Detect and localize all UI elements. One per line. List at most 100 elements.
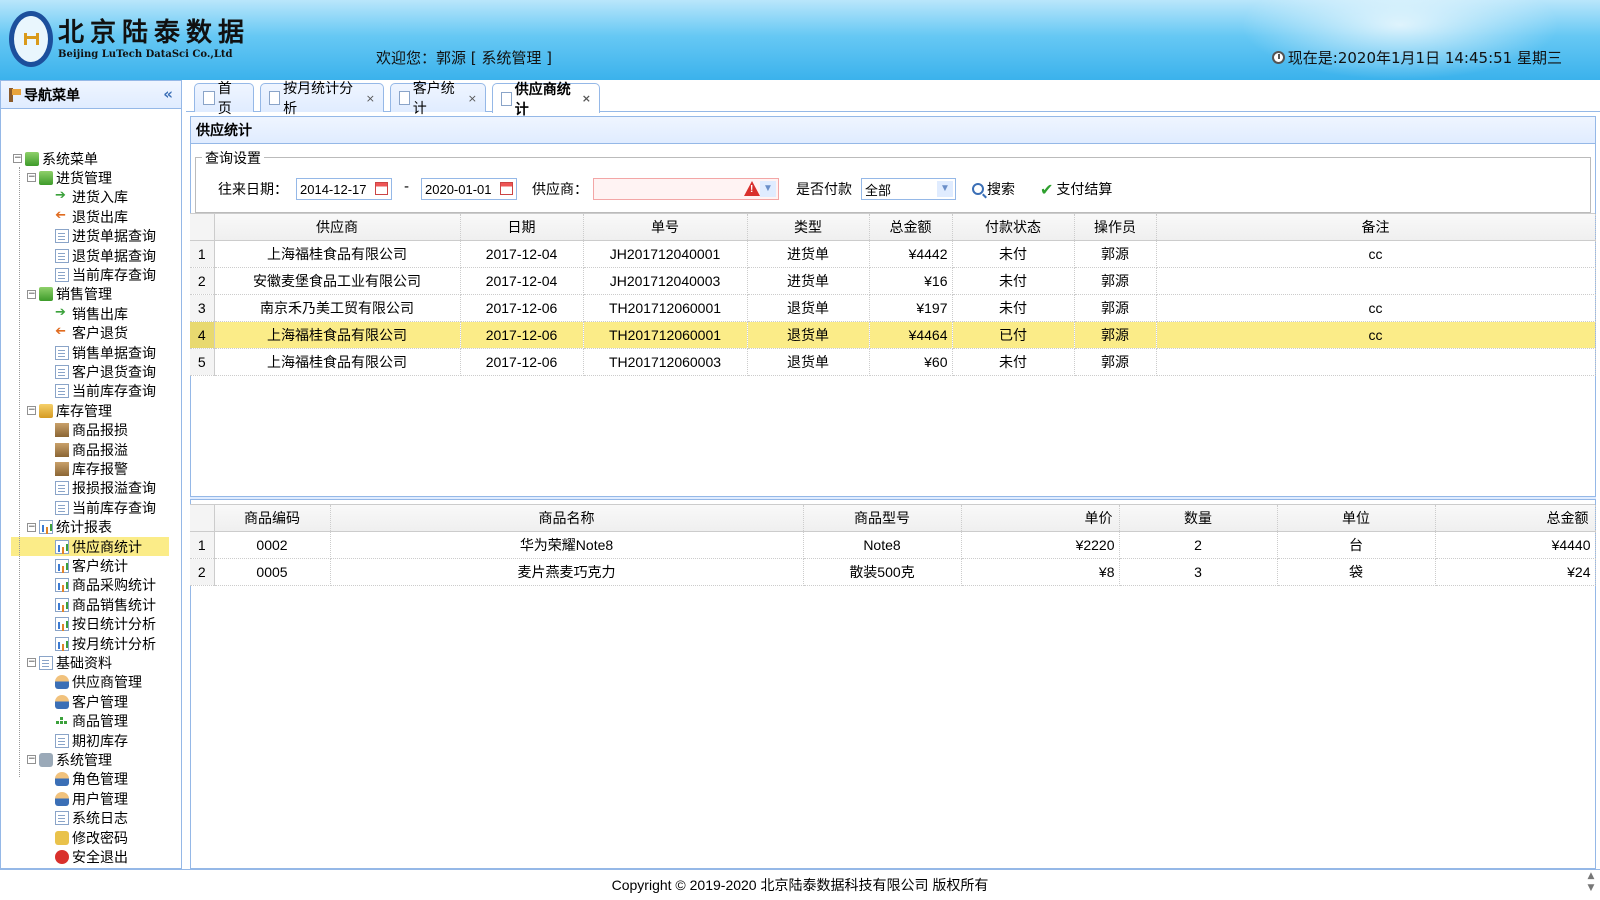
search-button[interactable]: 搜索 bbox=[972, 178, 1015, 200]
supplier-combobox[interactable]: ▼ bbox=[593, 178, 779, 200]
tree-item[interactable]: 当前库存查询 bbox=[55, 265, 156, 284]
tree-group[interactable]: − 基础资料 bbox=[27, 653, 112, 672]
tree-item[interactable]: 客户退货 bbox=[55, 324, 128, 343]
collapse-toggle-icon[interactable]: − bbox=[13, 154, 22, 163]
table-row[interactable]: 5 上海福桂食品有限公司 2017-12-06 TH201712060003 退货单 ¥6… bbox=[190, 348, 1596, 376]
date-to-input[interactable]: 2020-01-01 bbox=[421, 178, 517, 200]
cell-supplier: 上海福桂食品有限公司 bbox=[214, 348, 461, 376]
calendar-icon[interactable] bbox=[375, 182, 388, 195]
collapse-icon[interactable]: « bbox=[163, 85, 173, 103]
tree-item[interactable]: 库存报警 bbox=[55, 459, 128, 478]
col-header[interactable]: 供应商 bbox=[214, 214, 461, 241]
tree-group[interactable]: − 统计报表 bbox=[27, 518, 112, 537]
chart-icon bbox=[55, 617, 69, 632]
col-header[interactable]: 单号 bbox=[583, 214, 748, 241]
paid-select[interactable]: 全部 ▼ bbox=[861, 178, 956, 200]
cell-no: TH201712060001 bbox=[583, 294, 748, 322]
box-icon bbox=[55, 423, 69, 438]
tree-item[interactable]: 系统日志 bbox=[55, 809, 128, 828]
tree-item[interactable]: 客户统计 bbox=[55, 556, 128, 575]
tab-home[interactable]: 首页 bbox=[194, 81, 254, 117]
cell-amount: ¥4464 bbox=[869, 321, 953, 349]
tree-item[interactable]: 退货单据查询 bbox=[55, 246, 156, 265]
collapse-toggle-icon[interactable]: − bbox=[27, 406, 36, 416]
tree-item[interactable]: 进货入库 bbox=[55, 188, 128, 207]
tree-item[interactable]: 客户退货查询 bbox=[55, 362, 156, 381]
table-row[interactable]: 1 0002 华为荣耀Note8 Note8 ¥2220 2 台 ¥4440 bbox=[190, 531, 1596, 559]
cell-date: 2017-12-04 bbox=[460, 267, 584, 295]
tree-item[interactable]: 当前库存查询 bbox=[55, 382, 156, 401]
cell-no: JH201712040001 bbox=[583, 240, 748, 268]
tree-item[interactable]: 商品采购统计 bbox=[55, 576, 156, 595]
splitter[interactable] bbox=[190, 496, 1596, 500]
doc-icon bbox=[55, 267, 69, 282]
col-header[interactable]: 商品编码 bbox=[214, 505, 331, 532]
date-from-input[interactable]: 2014-12-17 bbox=[296, 178, 392, 200]
col-header[interactable]: 单价 bbox=[961, 505, 1120, 532]
scroll-arrows-icon[interactable]: ▲ ▼ bbox=[1584, 870, 1598, 898]
tree-group[interactable]: − 系统管理 bbox=[27, 750, 112, 769]
warning-icon bbox=[744, 181, 760, 196]
col-header[interactable]: 操作员 bbox=[1074, 214, 1157, 241]
collapse-toggle-icon[interactable]: − bbox=[27, 173, 36, 183]
tree-label: 角色管理 bbox=[72, 772, 128, 789]
tree-item[interactable]: 销售出库 bbox=[55, 304, 128, 323]
col-header[interactable]: 类型 bbox=[747, 214, 870, 241]
tree-item[interactable]: 当前库存查询 bbox=[55, 498, 156, 517]
chevron-down-icon[interactable]: ▼ bbox=[937, 181, 953, 197]
collapse-toggle-icon[interactable]: − bbox=[27, 522, 36, 532]
items-grid: 商品编码 商品名称 商品型号 单价 数量 单位 总金额 1 0002 华为荣耀Not… bbox=[190, 504, 1596, 586]
tree-item[interactable]: 商品报损 bbox=[55, 421, 128, 440]
table-row[interactable]: 2 0005 麦片燕麦巧克力 散装500克 ¥8 3 袋 ¥24 bbox=[190, 558, 1596, 586]
tree-item[interactable]: 角色管理 bbox=[55, 770, 128, 789]
close-icon[interactable]: × bbox=[468, 92, 477, 105]
tree-group[interactable]: − 销售管理 bbox=[27, 285, 112, 304]
chevron-down-icon[interactable]: ▼ bbox=[760, 181, 776, 197]
tree-item[interactable]: 报损报溢查询 bbox=[55, 479, 156, 498]
col-header[interactable]: 总金额 bbox=[869, 214, 953, 241]
tree-group[interactable]: − 进货管理 bbox=[27, 168, 112, 187]
tree-item[interactable]: 按月统计分析 bbox=[55, 634, 156, 653]
tree-item[interactable]: 用户管理 bbox=[55, 789, 128, 808]
tab-monthly-analysis[interactable]: 按月统计分析 × bbox=[260, 81, 384, 117]
collapse-toggle-icon[interactable]: − bbox=[27, 755, 36, 765]
tab-customer-stats[interactable]: 客户统计 × bbox=[390, 81, 486, 117]
tree-label: 进货单据查询 bbox=[72, 229, 156, 246]
col-header[interactable]: 商品名称 bbox=[330, 505, 804, 532]
pay-settle-button[interactable]: ✔ 支付结算 bbox=[1040, 178, 1112, 200]
tree-item[interactable]: 商品管理 bbox=[55, 712, 128, 731]
col-header[interactable]: 日期 bbox=[460, 214, 584, 241]
col-header[interactable]: 总金额 bbox=[1435, 505, 1596, 532]
tree-item[interactable]: 商品报溢 bbox=[55, 440, 128, 459]
table-row[interactable]: 2 安徽麦堡食品工业有限公司 2017-12-04 JH201712040003 进货单… bbox=[190, 267, 1596, 295]
col-header[interactable]: 付款状态 bbox=[952, 214, 1075, 241]
tree-label: 库存报警 bbox=[72, 461, 128, 478]
table-row[interactable]: 4 上海福桂食品有限公司 2017-12-06 TH201712060001 退货单 ¥4… bbox=[190, 321, 1596, 349]
collapse-toggle-icon[interactable]: − bbox=[27, 658, 36, 668]
col-header[interactable]: 备注 bbox=[1156, 214, 1596, 241]
tree-item[interactable]: 进货单据查询 bbox=[55, 227, 156, 246]
col-header[interactable]: 商品型号 bbox=[803, 505, 962, 532]
cell-status: 已付 bbox=[952, 321, 1075, 349]
close-icon[interactable]: × bbox=[366, 92, 375, 105]
tree-item[interactable]: 销售单据查询 bbox=[55, 343, 156, 362]
tree-item[interactable]: 退货出库 bbox=[55, 207, 128, 226]
col-header[interactable]: 单位 bbox=[1277, 505, 1436, 532]
tree-root[interactable]: − 系统菜单 bbox=[13, 149, 98, 168]
table-row[interactable]: 1 上海福桂食品有限公司 2017-12-04 JH201712040001 进货单 ¥4… bbox=[190, 240, 1596, 268]
collapse-toggle-icon[interactable]: − bbox=[27, 289, 36, 299]
calendar-icon[interactable] bbox=[500, 182, 513, 195]
close-icon[interactable]: × bbox=[582, 92, 591, 105]
tree-item[interactable]: 期初库存 bbox=[55, 731, 128, 750]
tree-item[interactable]: 客户管理 bbox=[55, 692, 128, 711]
table-row[interactable]: 3 南京禾乃美工贸有限公司 2017-12-06 TH201712060001 退货单 ¥… bbox=[190, 294, 1596, 322]
tab-supplier-stats[interactable]: 供应商统计 × bbox=[492, 82, 600, 118]
tree-item[interactable]: 供应商管理 bbox=[55, 673, 142, 692]
tree-group[interactable]: − 库存管理 bbox=[27, 401, 112, 420]
col-header[interactable]: 数量 bbox=[1119, 505, 1278, 532]
tree-item[interactable]: 修改密码 bbox=[55, 828, 128, 847]
tree-item[interactable]: 商品销售统计 bbox=[55, 595, 156, 614]
tree-item[interactable]: 按日统计分析 bbox=[55, 615, 156, 634]
tree-item[interactable]: 安全退出 bbox=[55, 847, 128, 866]
tree-item[interactable]: 供应商统计 bbox=[11, 537, 169, 556]
